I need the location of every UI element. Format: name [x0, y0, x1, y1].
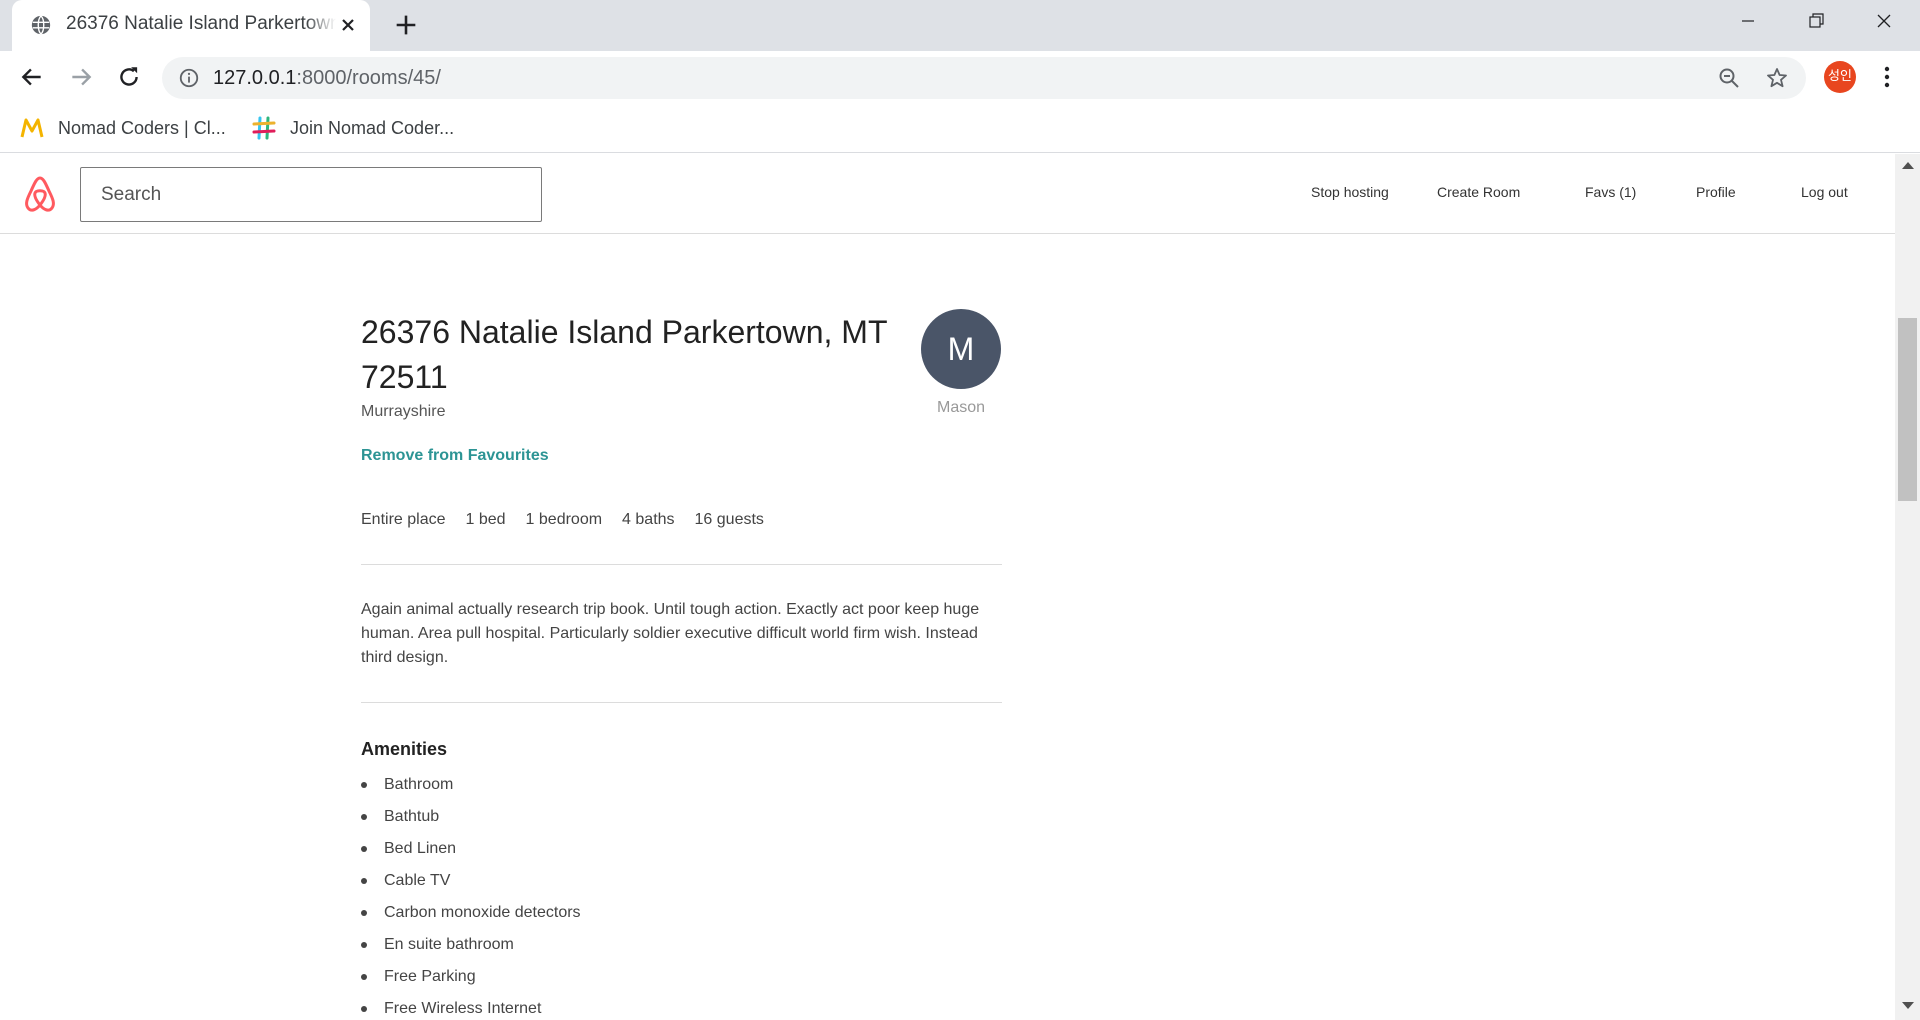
restore-icon[interactable] — [1798, 6, 1834, 36]
host-card[interactable]: M Mason — [921, 309, 1001, 417]
spec-baths: 4 baths — [622, 511, 675, 528]
amenity-item: Free Wireless Internet — [361, 1000, 581, 1020]
close-tab-icon[interactable] — [336, 13, 360, 37]
amenity-item: En suite bathroom — [361, 936, 581, 968]
amenity-item: Bathroom — [361, 776, 581, 808]
scroll-down-arrow-icon[interactable] — [1902, 1002, 1914, 1009]
amenity-item: Carbon monoxide detectors — [361, 904, 581, 936]
page-viewport: Stop hosting Create Room Favs (1) Profil… — [0, 154, 1920, 1020]
more-menu-icon[interactable] — [1876, 63, 1898, 91]
back-arrow-icon[interactable] — [19, 64, 45, 90]
forward-arrow-icon[interactable] — [68, 64, 94, 90]
host-avatar[interactable]: M — [921, 309, 1001, 389]
bookmark-star-icon[interactable] — [1765, 66, 1789, 90]
site-header: Stop hosting Create Room Favs (1) Profil… — [0, 154, 1895, 234]
globe-icon — [31, 15, 51, 35]
browser-tabstrip: 26376 Natalie Island Parkertown, MT 7251… — [0, 0, 1920, 51]
bookmark-join-nomad[interactable]: Join Nomad Coder... — [252, 115, 454, 141]
room-title: 26376 Natalie Island Parkertown, MT 7251… — [361, 314, 887, 395]
nav-stop-hosting[interactable]: Stop hosting — [1311, 184, 1389, 200]
bookmark-label: Nomad Coders | Cl... — [58, 117, 226, 138]
room-city: Murrayshire — [361, 403, 446, 420]
airbnb-logo-icon[interactable] — [22, 174, 58, 214]
spec-bedrooms: 1 bedroom — [525, 511, 603, 528]
scrollbar-thumb[interactable] — [1898, 318, 1917, 501]
host-name: Mason — [936, 399, 986, 416]
nav-create-room[interactable]: Create Room — [1437, 184, 1520, 200]
amenity-item: Bed Linen — [361, 840, 581, 872]
spec-room-type: Entire place — [361, 511, 446, 528]
divider — [361, 564, 1002, 565]
browser-profile-avatar[interactable]: 성인 — [1824, 61, 1856, 93]
zoom-out-icon[interactable] — [1717, 66, 1741, 90]
info-icon[interactable] — [178, 67, 200, 89]
browser-tab-active[interactable]: 26376 Natalie Island Parkertown, MT 7251… — [12, 0, 370, 51]
divider — [361, 702, 1002, 703]
url-path: :8000/rooms/45/ — [296, 67, 441, 89]
amenity-item: Bathtub — [361, 808, 581, 840]
amenities-heading: Amenities — [361, 739, 448, 759]
new-tab-icon[interactable] — [392, 11, 420, 39]
amenity-item: Cable TV — [361, 872, 581, 904]
slack-icon — [252, 116, 276, 140]
browser-toolbar: 127.0.0.1:8000/rooms/45/ 성인 — [0, 51, 1920, 103]
bookmark-nomad-coders[interactable]: Nomad Coders | Cl... — [20, 115, 226, 141]
room-specs: Entire place 1 bed 1 bedroom 4 baths 16 … — [361, 511, 784, 529]
tab-title: 26376 Natalie Island Parkertown, MT 7251… — [66, 13, 336, 35]
nav-logout[interactable]: Log out — [1801, 184, 1848, 200]
amenities-list: Bathroom Bathtub Bed Linen Cable TV Carb… — [361, 776, 581, 1020]
url-text: 127.0.0.1:8000/rooms/45/ — [213, 67, 441, 90]
url-host: 127.0.0.1 — [213, 67, 297, 89]
nav-favs[interactable]: Favs (1) — [1585, 184, 1636, 200]
amenity-item: Free Parking — [361, 968, 581, 1000]
window-close-icon[interactable] — [1866, 6, 1902, 36]
bookmarks-bar: Nomad Coders | Cl... Join Nomad Coder... — [0, 103, 1920, 153]
spec-beds: 1 bed — [465, 511, 506, 528]
scroll-up-arrow-icon[interactable] — [1902, 162, 1914, 169]
bookmark-label: Join Nomad Coder... — [290, 117, 455, 138]
reload-icon[interactable] — [116, 64, 142, 90]
remove-favourite-link[interactable]: Remove from Favourites — [361, 447, 549, 465]
search-input[interactable] — [80, 167, 542, 222]
minimize-icon[interactable] — [1730, 6, 1766, 36]
spec-guests: 16 guests — [694, 511, 764, 528]
page-scrollbar[interactable] — [1895, 154, 1920, 1020]
address-bar[interactable]: 127.0.0.1:8000/rooms/45/ — [162, 57, 1806, 99]
room-description: Again animal actually research trip book… — [361, 601, 980, 666]
nav-profile[interactable]: Profile — [1696, 184, 1736, 200]
nomad-coders-icon — [20, 118, 44, 138]
